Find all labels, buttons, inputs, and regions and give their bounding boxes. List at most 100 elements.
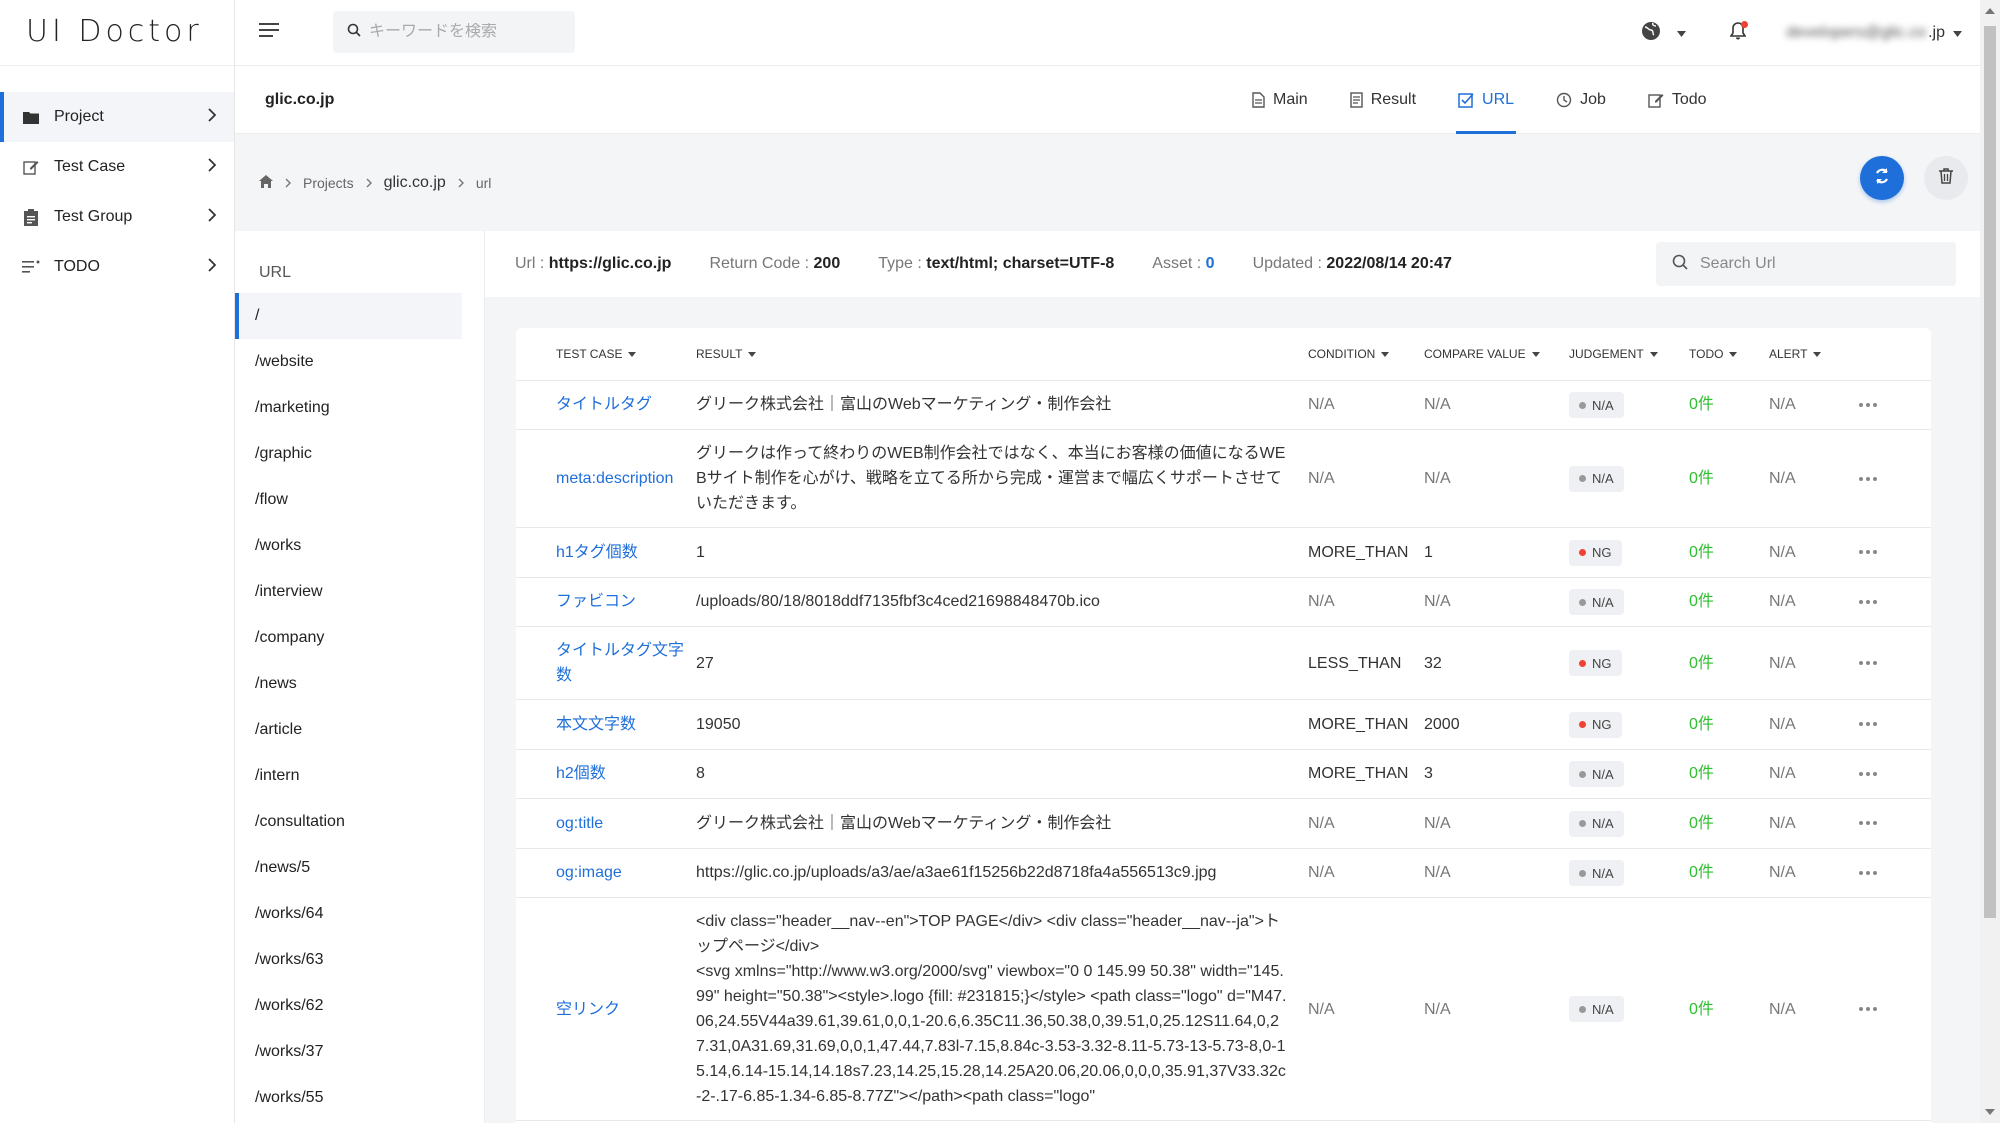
- todo-count[interactable]: 0件: [1689, 577, 1769, 627]
- test-case-link[interactable]: og:title: [556, 798, 696, 849]
- scroll-down-arrow[interactable]: [1985, 1109, 1995, 1115]
- sidebar-item-todo[interactable]: TODO: [0, 242, 234, 292]
- sidebar-item-test-case[interactable]: Test Case: [0, 142, 234, 192]
- url-list-item[interactable]: /graphic: [235, 431, 484, 477]
- top-header: developers@glic.co .jp: [235, 0, 1980, 66]
- more-icon[interactable]: [1859, 550, 1931, 555]
- more-icon[interactable]: [1859, 771, 1931, 776]
- url-list-item[interactable]: /flow: [235, 477, 484, 523]
- scroll-up-arrow[interactable]: [1985, 8, 1995, 14]
- breadcrumb-domain[interactable]: glic.co.jp: [384, 174, 446, 192]
- column-header[interactable]: CONDITION: [1308, 328, 1424, 381]
- judgement-cell: N/A: [1569, 380, 1689, 430]
- url-list-item[interactable]: /works/64: [235, 891, 484, 937]
- test-case-link[interactable]: meta:description: [556, 429, 696, 528]
- url-search-input[interactable]: [1700, 255, 1940, 273]
- todo-count[interactable]: 0件: [1689, 897, 1769, 1121]
- column-header[interactable]: ALERT: [1769, 328, 1859, 381]
- test-case-link[interactable]: ファビコン: [556, 577, 696, 627]
- more-icon[interactable]: [1859, 1007, 1931, 1011]
- column-header[interactable]: COMPARE VALUE: [1424, 328, 1569, 381]
- todo-count[interactable]: 0件: [1689, 626, 1769, 700]
- todo-count[interactable]: 0件: [1689, 429, 1769, 528]
- todo-count[interactable]: 0件: [1689, 527, 1769, 578]
- url-list-item[interactable]: /consultation: [235, 799, 484, 845]
- url-list-item[interactable]: /interview: [235, 569, 484, 615]
- sidebar-item-project[interactable]: Project: [0, 92, 234, 142]
- breadcrumb-projects[interactable]: Projects: [303, 175, 354, 191]
- tab-result[interactable]: Result: [1348, 66, 1418, 134]
- sort-caret-icon[interactable]: [1729, 352, 1738, 358]
- url-list-item[interactable]: /works: [235, 523, 484, 569]
- user-menu[interactable]: developers@glic.co .jp: [1786, 24, 1962, 42]
- test-case-link[interactable]: og:image: [556, 848, 696, 898]
- home-icon[interactable]: [259, 175, 273, 191]
- status-dot: [1579, 598, 1586, 606]
- url-list-item[interactable]: /company: [235, 615, 484, 661]
- column-header[interactable]: TODO: [1689, 328, 1769, 381]
- column-header[interactable]: JUDGEMENT: [1569, 328, 1689, 381]
- url-search[interactable]: [1656, 242, 1956, 286]
- status-dot: [1579, 475, 1586, 483]
- url-list-item[interactable]: /works/37: [235, 1029, 484, 1075]
- more-icon[interactable]: [1859, 821, 1931, 826]
- url-list-item[interactable]: /works/62: [235, 983, 484, 1029]
- sort-caret-icon[interactable]: [1649, 352, 1658, 358]
- test-case-link[interactable]: 本文文字数: [556, 699, 696, 750]
- more-icon[interactable]: [1859, 870, 1931, 875]
- url-list-item[interactable]: /news/5: [235, 845, 484, 891]
- tab-todo[interactable]: Todo: [1646, 66, 1709, 134]
- info-label: Updated :: [1252, 255, 1322, 272]
- search-input[interactable]: [369, 23, 569, 41]
- sort-caret-icon[interactable]: [1531, 352, 1540, 358]
- column-header[interactable]: TEST CASE: [556, 328, 696, 381]
- more-icon[interactable]: [1859, 661, 1931, 665]
- url-list-item[interactable]: /works/63: [235, 937, 484, 983]
- table-row: タイトルタグ グリーク株式会社｜富山のWebマーケティング・制作会社 N/A N/A N…: [516, 380, 1931, 430]
- page-scrollbar[interactable]: [1980, 0, 2000, 1123]
- sidebar-item-test-group[interactable]: Test Group: [0, 192, 234, 242]
- sort-caret-icon[interactable]: [1813, 352, 1822, 358]
- url-list-item[interactable]: /works/55: [235, 1075, 484, 1121]
- url-list-item[interactable]: /intern: [235, 753, 484, 799]
- delete-button[interactable]: [1924, 156, 1968, 200]
- more-icon[interactable]: [1859, 402, 1931, 407]
- sort-caret-icon[interactable]: [748, 352, 757, 358]
- menu-toggle-icon[interactable]: [259, 22, 279, 43]
- language-switcher[interactable]: [1641, 21, 1687, 46]
- url-list-item[interactable]: /website: [235, 339, 484, 385]
- tab-label: Job: [1580, 91, 1606, 108]
- test-case-link[interactable]: タイトルタグ: [556, 380, 696, 430]
- test-case-link[interactable]: 空リンク: [556, 897, 696, 1121]
- judgement-label: NG: [1592, 717, 1612, 732]
- scrollbar-thumb[interactable]: [1984, 26, 1996, 918]
- todo-count[interactable]: 0件: [1689, 380, 1769, 430]
- column-header-label: CONDITION: [1308, 346, 1376, 361]
- sort-caret-icon[interactable]: [1381, 352, 1390, 358]
- todo-count[interactable]: 0件: [1689, 699, 1769, 750]
- bell-icon: [1729, 21, 1747, 44]
- test-case-link[interactable]: h2個数: [556, 749, 696, 799]
- url-list-item[interactable]: /: [235, 293, 462, 339]
- url-list-item[interactable]: /article: [235, 707, 484, 753]
- tab-main[interactable]: Main: [1250, 66, 1310, 134]
- more-icon[interactable]: [1859, 476, 1931, 481]
- test-case-link[interactable]: h1タグ個数: [556, 527, 696, 578]
- url-list-item[interactable]: /marketing: [235, 385, 484, 431]
- tab-job[interactable]: Job: [1554, 66, 1608, 134]
- keyword-search[interactable]: [333, 11, 575, 53]
- todo-count[interactable]: 0件: [1689, 749, 1769, 799]
- column-header[interactable]: RESULT: [696, 328, 1308, 381]
- todo-count[interactable]: 0件: [1689, 798, 1769, 849]
- chevron-right-icon: [366, 175, 372, 191]
- url-list-item[interactable]: /news: [235, 661, 484, 707]
- test-case-link[interactable]: タイトルタグ文字数: [556, 626, 696, 700]
- more-icon[interactable]: [1859, 599, 1931, 604]
- todo-count[interactable]: 0件: [1689, 848, 1769, 898]
- info-value[interactable]: 0: [1206, 255, 1215, 272]
- tab-url[interactable]: URL: [1456, 66, 1517, 134]
- sort-caret-icon[interactable]: [628, 352, 637, 358]
- more-icon[interactable]: [1859, 722, 1931, 727]
- notifications-button[interactable]: [1729, 20, 1749, 45]
- refresh-button[interactable]: [1860, 156, 1904, 200]
